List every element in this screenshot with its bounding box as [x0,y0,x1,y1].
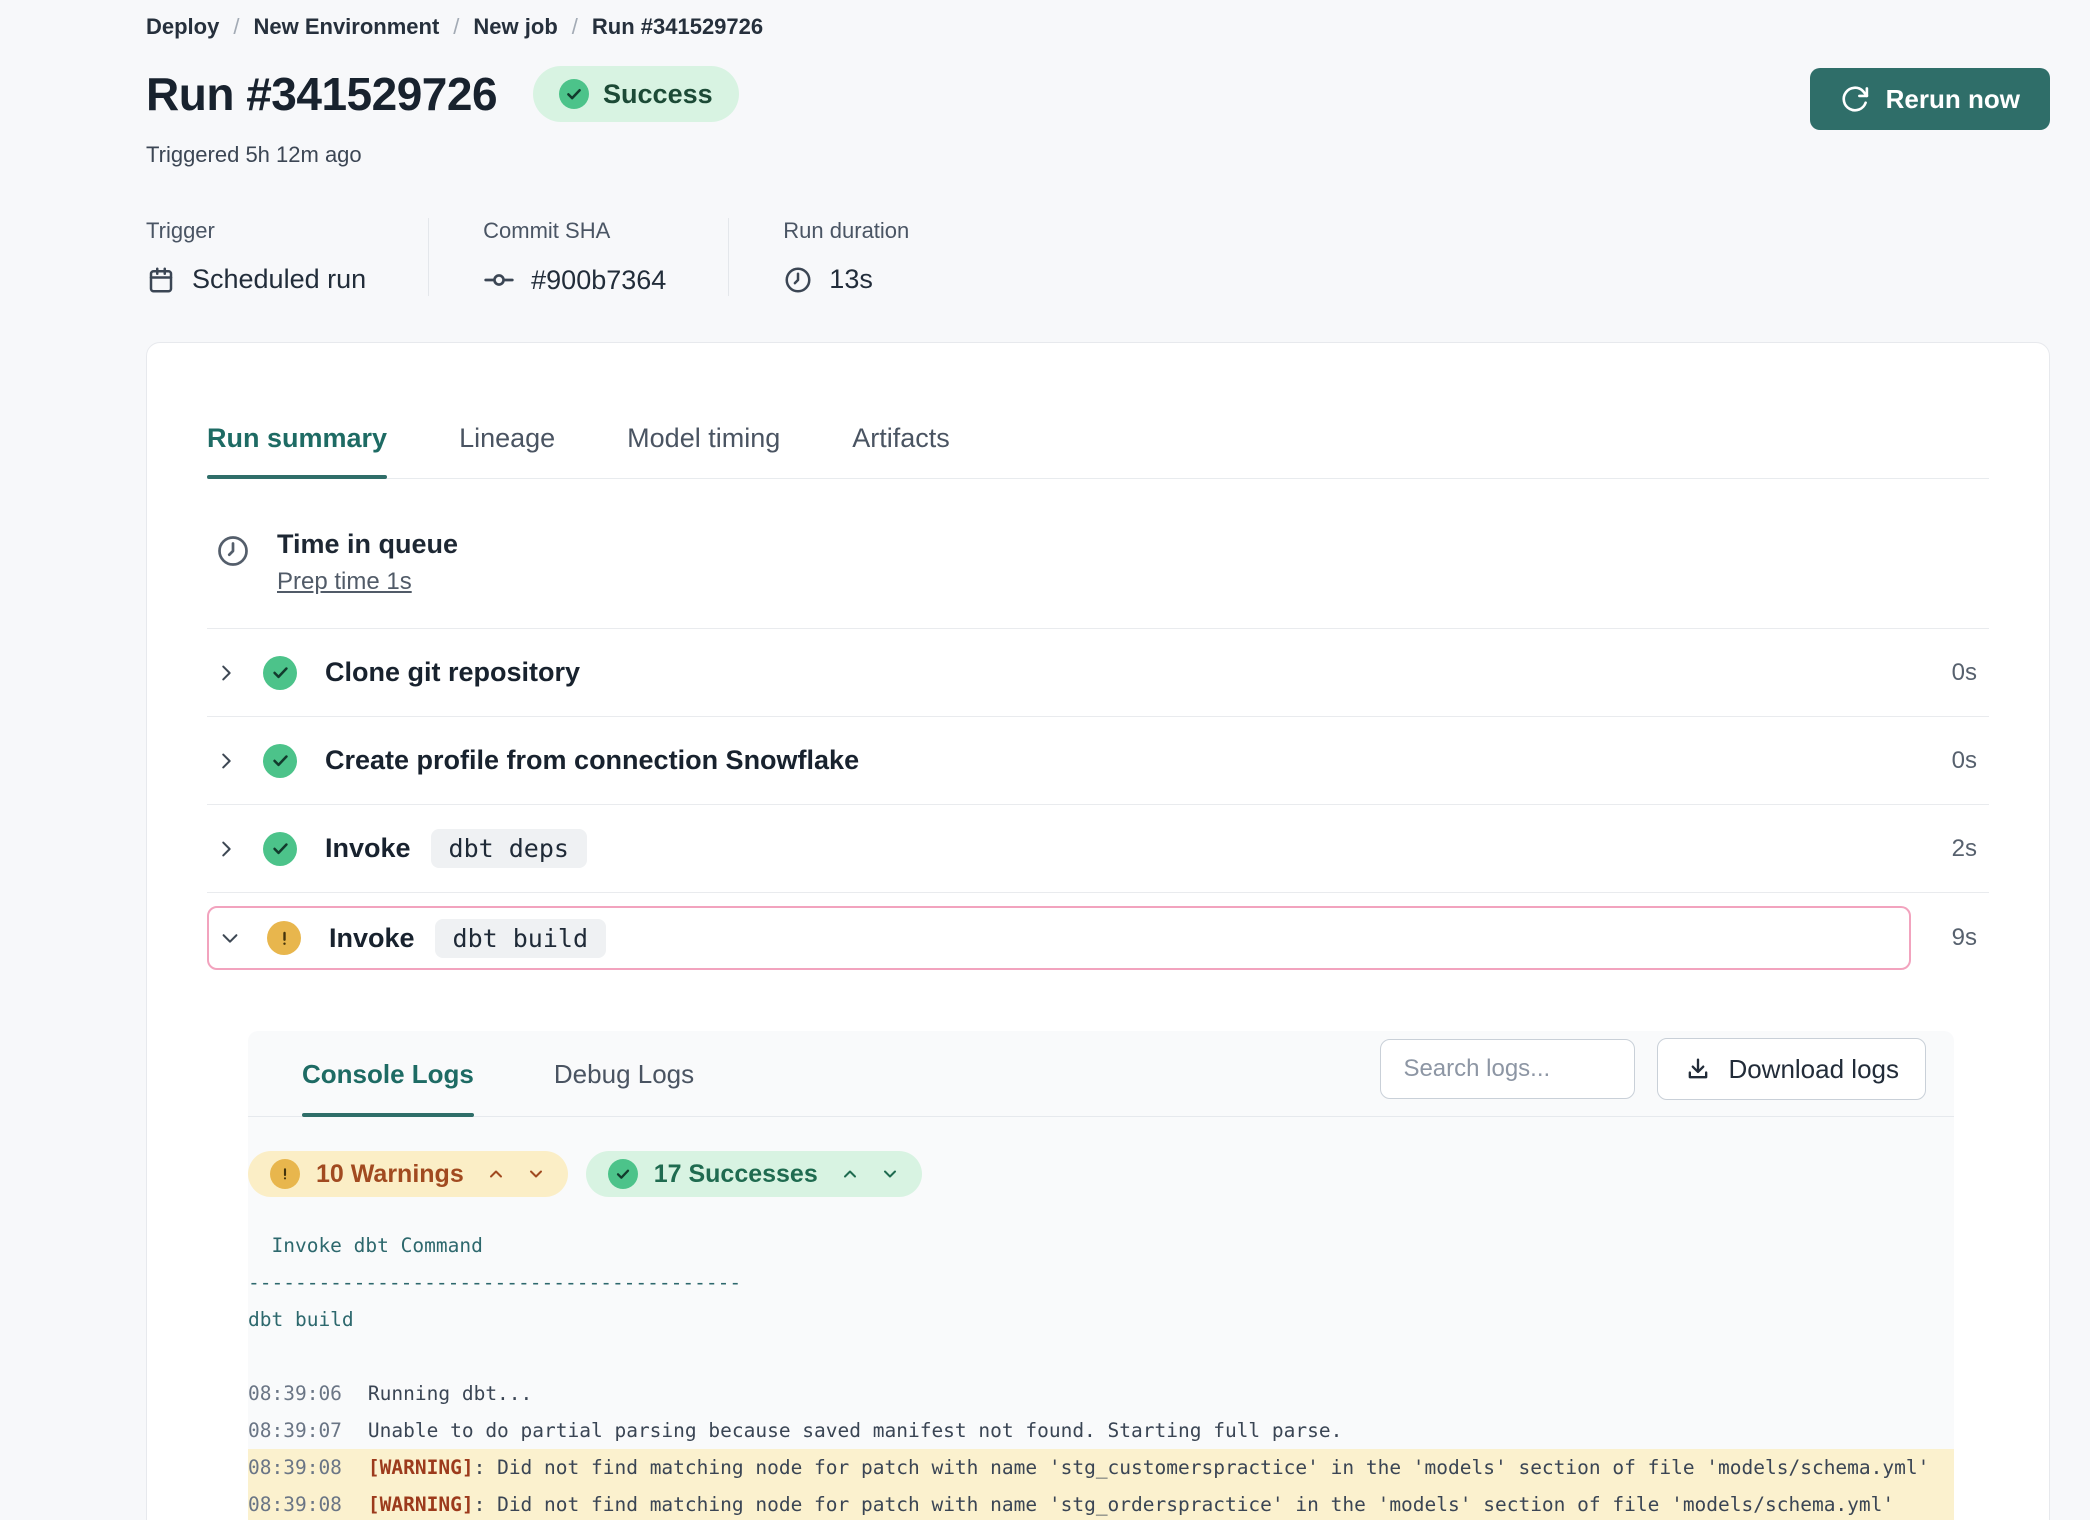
breadcrumb-deploy[interactable]: Deploy [146,14,219,40]
logs-panel: Console Logs Debug Logs Download logs [248,1031,1954,1520]
meta-commit-label: Commit SHA [483,218,666,244]
status-badge-label: Success [603,79,713,110]
successes-badge[interactable]: 17 Successes [586,1151,922,1197]
chevron-right-icon[interactable] [215,838,237,860]
command-chip: dbt build [435,919,606,958]
successes-prev-chevron-up-icon[interactable] [840,1164,860,1184]
warning-icon [270,1159,300,1189]
log-line-blank [248,1338,1954,1375]
title-row: Run #341529726 Success [146,66,2050,122]
console-log-output: Invoke dbt Command ---------------------… [248,1227,1954,1520]
run-detail-page: Deploy / New Environment / New job / Run… [0,0,2090,1520]
step-row-invoke-dbt-build: Invoke dbt build 9s [207,893,1989,983]
step-duration: 2s [1937,835,1989,863]
clock-icon [215,533,251,569]
page-title: Run #341529726 [146,67,497,121]
run-tabs: Run summary Lineage Model timing Artifac… [207,423,1989,479]
run-meta: Trigger Scheduled run Commit SHA #900b73… [146,218,2050,296]
rerun-button-label: Rerun now [1886,84,2020,115]
log-line: dbt build [248,1301,1954,1338]
step-title: Invoke [325,833,411,864]
download-icon [1684,1055,1712,1083]
log-summary-badges: 10 Warnings [248,1151,1954,1197]
warnings-next-chevron-down-icon[interactable] [526,1164,546,1184]
meta-commit: Commit SHA #900b7364 [428,218,728,296]
tab-run-summary[interactable]: Run summary [207,423,387,478]
breadcrumb-separator: / [439,14,473,40]
step-title: Clone git repository [325,657,580,688]
log-line-warning: 08:39:08[WARNING]: Did not find matching… [248,1486,1954,1520]
logs-panel-body: 10 Warnings [248,1117,1954,1520]
success-check-icon [559,79,589,109]
step-duration: 0s [1937,659,1989,687]
success-check-icon [263,656,297,690]
chevron-down-icon[interactable] [219,927,241,949]
log-line: 08:39:07Unable to do partial parsing bec… [248,1412,1954,1449]
rerun-now-button[interactable]: Rerun now [1810,68,2050,130]
command-chip: dbt deps [431,829,587,868]
log-line-warning: 08:39:08[WARNING]: Did not find matching… [248,1449,1954,1486]
step-row-invoke-dbt-deps[interactable]: Invoke dbt deps 2s [207,805,1989,893]
meta-trigger: Trigger Scheduled run [146,218,428,296]
meta-duration-value: 13s [829,264,873,295]
status-badge: Success [533,66,739,122]
search-logs-input[interactable] [1380,1039,1635,1099]
successes-badge-label: 17 Successes [654,1160,818,1189]
run-summary-card: Run summary Lineage Model timing Artifac… [146,342,2050,1520]
warnings-prev-chevron-up-icon[interactable] [486,1164,506,1184]
success-check-icon [608,1159,638,1189]
tab-model-timing[interactable]: Model timing [627,423,780,478]
calendar-icon [146,265,176,295]
step-row-create-profile-snowflake[interactable]: Create profile from connection Snowflake… [207,717,1989,805]
success-check-icon [263,744,297,778]
triggered-timestamp: Triggered 5h 12m ago [146,142,2050,168]
warnings-badge-label: 10 Warnings [316,1160,464,1189]
tab-console-logs[interactable]: Console Logs [302,1031,474,1116]
successes-next-chevron-down-icon[interactable] [880,1164,900,1184]
meta-duration: Run duration 13s [728,218,971,296]
breadcrumb-new-job[interactable]: New job [473,14,557,40]
tab-artifacts[interactable]: Artifacts [852,423,950,478]
breadcrumb: Deploy / New Environment / New job / Run… [146,14,2050,40]
log-controls: Download logs [1380,1038,1926,1116]
warnings-badge[interactable]: 10 Warnings [248,1151,568,1197]
log-line: Invoke dbt Command [248,1227,1954,1264]
step-title: Invoke [329,923,415,954]
log-line: 08:39:06Running dbt... [248,1375,1954,1412]
prep-time-link[interactable]: Prep time 1s [277,568,412,596]
git-commit-icon [483,264,515,296]
expanded-step-box[interactable]: Invoke dbt build [207,906,1911,970]
clock-icon [783,265,813,295]
log-line-separator: ----------------------------------------… [248,1264,1954,1301]
warning-icon [267,921,301,955]
breadcrumb-separator: / [219,14,253,40]
tab-lineage[interactable]: Lineage [459,423,555,478]
step-title: Create profile from connection Snowflake [325,745,859,776]
step-row-clone-git-repository[interactable]: Clone git repository 0s [207,629,1989,717]
breadcrumb-separator: / [558,14,592,40]
meta-trigger-label: Trigger [146,218,366,244]
download-logs-button[interactable]: Download logs [1657,1038,1926,1100]
time-in-queue-row: Time in queue Prep time 1s [207,479,1989,629]
meta-duration-label: Run duration [783,218,909,244]
log-tabs: Console Logs Debug Logs [302,1031,694,1116]
meta-commit-value: #900b7364 [531,265,666,296]
chevron-right-icon[interactable] [215,750,237,772]
time-in-queue-title: Time in queue [277,529,458,560]
chevron-right-icon[interactable] [215,662,237,684]
step-duration: 9s [1937,924,1989,952]
step-duration: 0s [1937,747,1989,775]
meta-trigger-value: Scheduled run [192,264,366,295]
download-logs-label: Download logs [1728,1054,1899,1085]
breadcrumb-new-environment[interactable]: New Environment [253,14,439,40]
tab-debug-logs[interactable]: Debug Logs [554,1031,694,1116]
breadcrumb-current-run: Run #341529726 [592,14,763,40]
rerun-icon [1840,84,1870,114]
success-check-icon [263,832,297,866]
logs-panel-header: Console Logs Debug Logs Download logs [248,1031,1954,1117]
